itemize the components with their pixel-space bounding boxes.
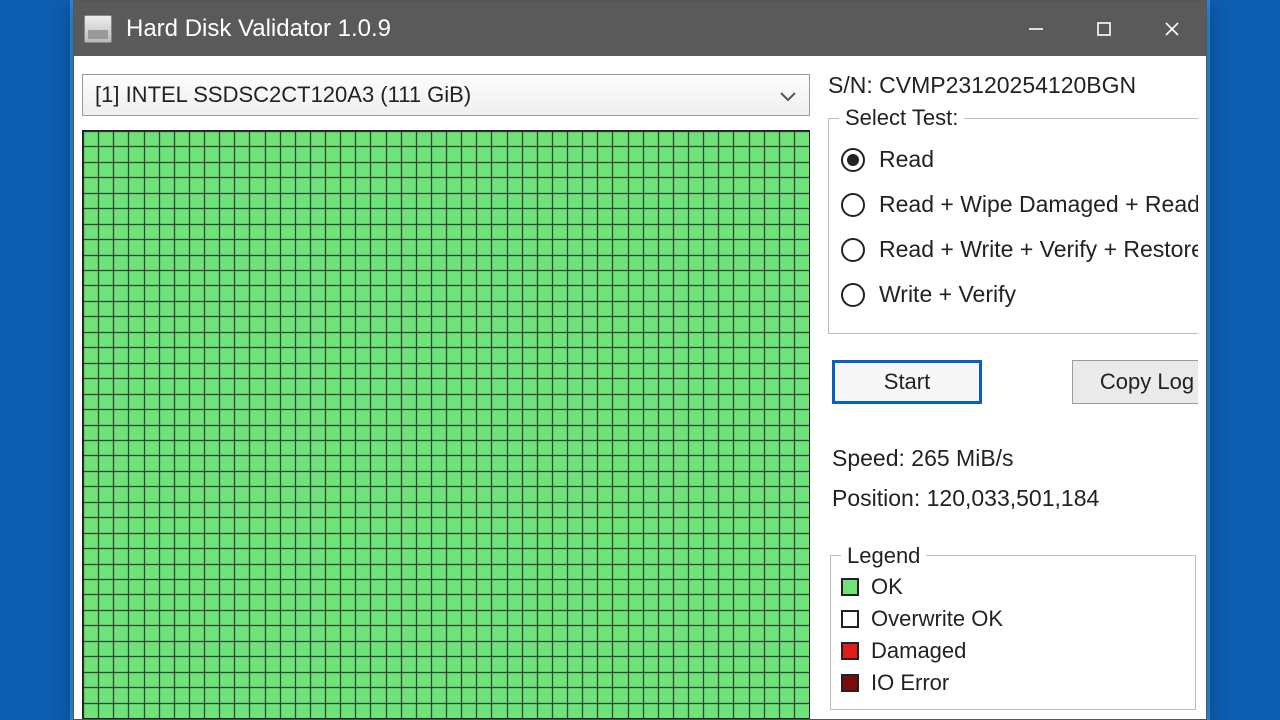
stats-block: Speed: 265 MiB/s Position: 120,033,501,1… — [828, 434, 1198, 523]
legend-ok: OK — [841, 571, 1185, 603]
legend-overwrite-ok: Overwrite OK — [841, 603, 1185, 635]
left-column: [1] INTEL SSDSC2CT120A3 (111 GiB) — [82, 74, 810, 719]
legend-damaged: Damaged — [841, 635, 1185, 667]
radio-label: Read + Wipe Damaged + Read — [879, 191, 1198, 218]
test-group-label: Select Test: — [839, 105, 964, 131]
radio-icon — [841, 193, 865, 217]
serial-value: CVMP23120254120BGN — [879, 74, 1136, 98]
chevron-down-icon — [779, 82, 797, 108]
legend-group: Legend OK Overwrite OK Damaged IO Error — [830, 543, 1196, 710]
disk-dropdown[interactable]: [1] INTEL SSDSC2CT120A3 (111 GiB) — [82, 74, 810, 116]
radio-read-write-verify-restore[interactable]: Read + Write + Verify + Restore — [839, 227, 1198, 272]
minimize-button[interactable] — [1002, 1, 1070, 56]
legend-group-label: Legend — [841, 543, 926, 569]
speed-label: Speed: — [832, 445, 905, 471]
disk-dropdown-label: [1] INTEL SSDSC2CT120A3 (111 GiB) — [95, 82, 471, 108]
legend-label: Overwrite OK — [871, 606, 1003, 632]
radio-read[interactable]: Read — [839, 137, 1198, 182]
radio-read-wipe-read[interactable]: Read + Wipe Damaged + Read — [839, 182, 1198, 227]
legend-swatch-overwrite — [841, 610, 859, 628]
legend-swatch-damaged — [841, 642, 859, 660]
app-window: Hard Disk Validator 1.0.9 [1] INTEL SSDS… — [73, 0, 1207, 720]
position-row: Position: 120,033,501,184 — [832, 478, 1194, 518]
serial-row: S/N: CVMP23120254120BGN — [828, 74, 1198, 99]
button-row: Start Copy Log — [828, 360, 1198, 404]
radio-write-verify[interactable]: Write + Verify — [839, 272, 1198, 317]
radio-label: Read — [879, 146, 934, 173]
legend-swatch-ok — [841, 578, 859, 596]
content-area: [1] INTEL SSDSC2CT120A3 (111 GiB) S/N: C… — [74, 56, 1206, 719]
block-map — [82, 130, 810, 719]
start-button[interactable]: Start — [832, 360, 982, 404]
position-value: 120,033,501,184 — [927, 485, 1100, 511]
start-button-label: Start — [884, 369, 930, 395]
legend-swatch-ioerror — [841, 674, 859, 692]
legend-io-error: IO Error — [841, 667, 1185, 699]
speed-value: 265 MiB/s — [911, 445, 1013, 471]
window-title: Hard Disk Validator 1.0.9 — [126, 15, 391, 43]
close-button[interactable] — [1138, 1, 1206, 56]
radio-icon — [841, 283, 865, 307]
legend-label: OK — [871, 574, 903, 600]
speed-row: Speed: 265 MiB/s — [832, 438, 1194, 478]
radio-label: Read + Write + Verify + Restore — [879, 236, 1198, 263]
right-column: S/N: CVMP23120254120BGN Select Test: Rea… — [828, 74, 1198, 719]
legend-label: IO Error — [871, 670, 949, 696]
block-grid-canvas — [83, 131, 809, 718]
close-icon — [1163, 20, 1181, 38]
titlebar[interactable]: Hard Disk Validator 1.0.9 — [74, 1, 1206, 56]
copy-log-button[interactable]: Copy Log — [1072, 360, 1198, 404]
copy-log-button-label: Copy Log — [1100, 369, 1194, 395]
maximize-icon — [1095, 20, 1113, 38]
legend-label: Damaged — [871, 638, 966, 664]
position-label: Position: — [832, 485, 920, 511]
maximize-button[interactable] — [1070, 1, 1138, 56]
radio-icon — [841, 238, 865, 262]
radio-icon — [841, 148, 865, 172]
test-select-group: Select Test: Read Read + Wipe Damaged + … — [828, 105, 1198, 334]
minimize-icon — [1027, 20, 1045, 38]
app-icon — [84, 15, 112, 43]
radio-label: Write + Verify — [879, 281, 1016, 308]
serial-label: S/N: — [828, 74, 873, 98]
